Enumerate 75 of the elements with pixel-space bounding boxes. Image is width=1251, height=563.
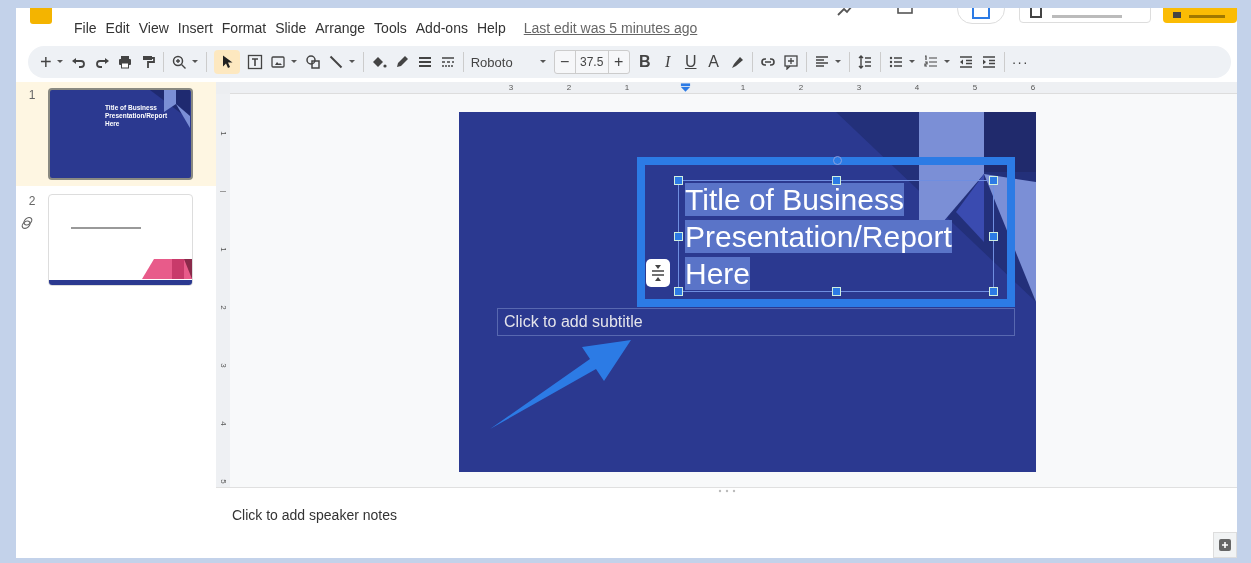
- resize-handle[interactable]: [832, 287, 841, 296]
- format-button[interactable]: U: [682, 53, 699, 71]
- format-button[interactable]: B: [636, 53, 653, 71]
- font-size-field[interactable]: 37.5: [574, 51, 609, 73]
- add-comment-icon[interactable]: [782, 54, 799, 70]
- ruler-number: 6: [1030, 83, 1036, 92]
- corner-decoration-drawing: [142, 259, 192, 279]
- resize-handle[interactable]: [989, 232, 998, 241]
- ruler-number: 2: [218, 304, 228, 310]
- more-button[interactable]: ···: [1011, 54, 1029, 70]
- increase-size-button[interactable]: +: [608, 51, 629, 73]
- new-slide-button[interactable]: +: [40, 50, 52, 74]
- line-icon[interactable]: [327, 54, 344, 70]
- ruler-tick: [220, 190, 226, 192]
- ruler-number: 2: [798, 83, 804, 92]
- indent-marker-icon[interactable]: [679, 82, 691, 93]
- format-button[interactable]: I: [659, 53, 676, 71]
- decrease-size-button[interactable]: −: [554, 51, 575, 73]
- decorative-square: [984, 112, 1036, 172]
- format-button[interactable]: A: [705, 53, 722, 71]
- subtitle-field[interactable]: Click to add subtitle: [497, 308, 1015, 336]
- ruler-number: 4: [914, 83, 920, 92]
- ruler-number: 3: [508, 83, 514, 92]
- menu-item[interactable]: Tools: [374, 20, 407, 36]
- ruler-number: 5: [218, 478, 228, 484]
- decrease-indent-icon[interactable]: [957, 54, 974, 70]
- ruler-number: 3: [218, 362, 228, 368]
- menu-item[interactable]: Help: [476, 20, 506, 36]
- slide-number: 1: [28, 88, 36, 102]
- last-edit-link[interactable]: Last edit was 5 minutes ago: [523, 20, 698, 36]
- menu-item[interactable]: Format: [221, 20, 267, 36]
- numbered-list-icon[interactable]: [922, 54, 939, 70]
- align-icon[interactable]: [813, 54, 830, 70]
- slide-canvas[interactable]: Title of Business Presentation/Report Here Click to add subtitle: [459, 112, 1036, 472]
- thumbnail-text-line: [71, 227, 141, 229]
- menu-item[interactable]: Insert: [177, 20, 213, 36]
- resize-handle[interactable]: [989, 287, 998, 296]
- ruler-number: 1: [740, 83, 746, 92]
- menu-item[interactable]: Arrange: [315, 20, 366, 36]
- slide-thumbnail[interactable]: [48, 194, 193, 286]
- ruler-number: 1: [624, 83, 630, 92]
- ruler-number: 3: [856, 83, 862, 92]
- increase-indent-icon[interactable]: [980, 54, 997, 70]
- ruler-number: 5: [972, 83, 978, 92]
- zoom-icon[interactable]: [170, 54, 187, 70]
- plus-icon: [1219, 539, 1231, 551]
- menu-item[interactable]: Add-ons: [415, 20, 468, 36]
- shape-icon[interactable]: [304, 54, 321, 70]
- ruler-number: 1: [218, 246, 228, 252]
- line-dash-icon[interactable]: [439, 54, 456, 70]
- menu-item[interactable]: Slide: [275, 20, 307, 36]
- resize-handle[interactable]: [674, 287, 683, 296]
- bulleted-list-icon[interactable]: [887, 54, 904, 70]
- resize-handle[interactable]: [832, 176, 841, 185]
- autofit-icon[interactable]: [646, 259, 670, 287]
- line-spacing-icon[interactable]: [856, 54, 873, 70]
- ruler-number: 1: [218, 130, 228, 136]
- resize-handle[interactable]: [989, 176, 998, 185]
- menu-item[interactable]: File: [74, 20, 97, 36]
- resize-handle[interactable]: [674, 232, 683, 241]
- speaker-notes-field[interactable]: Click to add speaker notes: [232, 507, 632, 523]
- menu-item[interactable]: Edit: [105, 20, 130, 36]
- ruler-number: 2: [566, 83, 572, 92]
- slide-number: 2: [28, 194, 36, 208]
- ruler-number: 4: [218, 420, 228, 426]
- explore-button[interactable]: [1213, 532, 1237, 558]
- print-icon[interactable]: [116, 54, 133, 70]
- resize-handle[interactable]: [674, 176, 683, 185]
- select-tool-button[interactable]: [213, 50, 240, 74]
- font-dropdown[interactable]: Roboto: [470, 54, 535, 70]
- menu-item[interactable]: View: [138, 20, 169, 36]
- slide-thumbnail-row[interactable]: 2: [16, 188, 216, 292]
- line-weight-icon[interactable]: [416, 54, 433, 70]
- text-box-icon[interactable]: [246, 54, 263, 70]
- image-icon[interactable]: [269, 54, 286, 70]
